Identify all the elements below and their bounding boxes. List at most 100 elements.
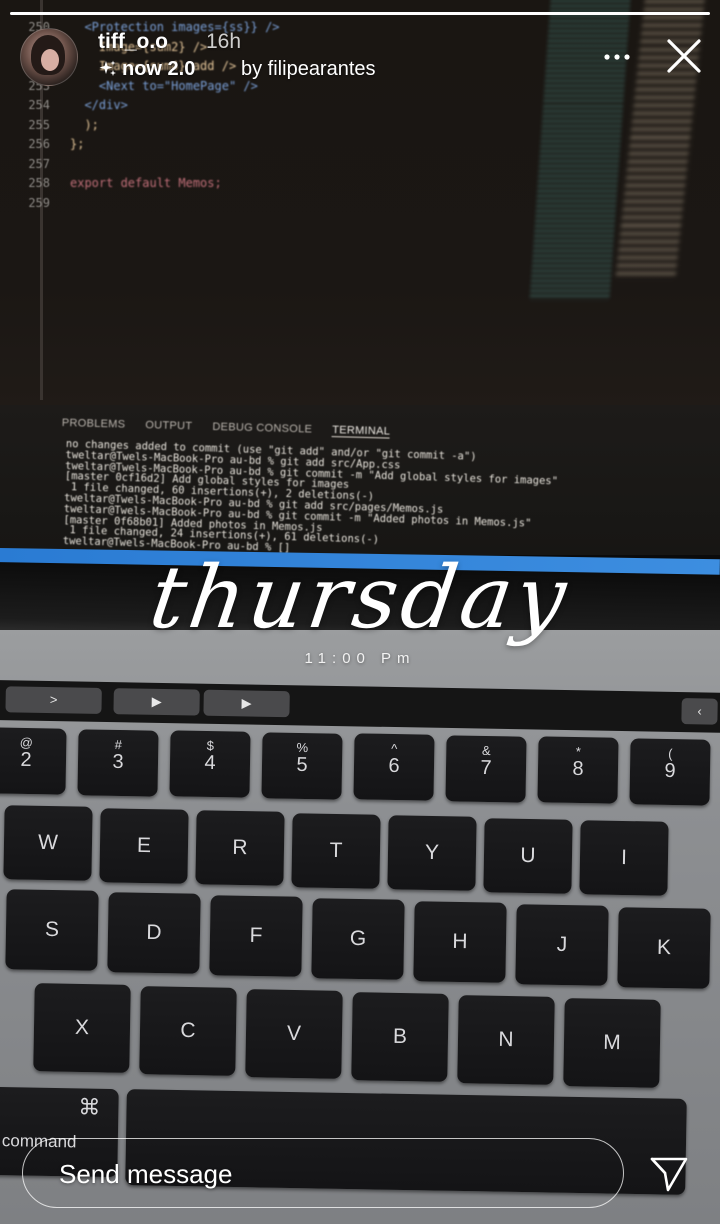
key-number: 3 <box>112 750 124 773</box>
keyboard-key: H <box>413 901 507 983</box>
keyboard-key: % 5 <box>261 731 343 800</box>
close-icon[interactable] <box>666 38 702 74</box>
keyboard-key: R <box>195 810 285 886</box>
key-letter: V <box>286 1021 302 1046</box>
username[interactable]: tiff_o.o <box>98 30 168 54</box>
key-letter: G <box>349 926 367 951</box>
line-number: 259 <box>28 195 50 210</box>
terminal-output: no changes added to commit (use "git add… <box>63 438 559 555</box>
terminal-tab: TERMINAL <box>332 424 391 439</box>
key-letter: H <box>452 929 468 954</box>
key-number: 6 <box>388 754 400 778</box>
key-letter: B <box>392 1024 408 1049</box>
key-letter: W <box>37 830 59 855</box>
line-number: 255 <box>28 117 50 132</box>
key-symbol: ( <box>668 745 673 761</box>
keyboard-key: M <box>563 998 661 1088</box>
key-letter: I <box>620 845 628 870</box>
music-title[interactable]: now 2.0 <box>122 58 195 81</box>
key-letter: T <box>329 838 343 862</box>
story-day-text: thursday <box>144 548 576 648</box>
keyboard-key: S <box>5 889 99 971</box>
keyboard-key: (9 <box>629 737 711 806</box>
code-line: }; <box>70 137 85 151</box>
terminal-tab: PROBLEMS <box>61 417 126 431</box>
touchbar-button: ▶ <box>113 688 200 716</box>
key-symbol: % <box>296 739 309 755</box>
code-line: ); <box>70 117 99 132</box>
music-artist[interactable]: by filipearantes <box>241 58 376 81</box>
send-message-placeholder: Send message <box>59 1159 233 1189</box>
keyboard-key: C <box>139 986 237 1076</box>
key-number: 8 <box>572 757 584 781</box>
key-number: 4 <box>204 751 216 775</box>
keyboard-key: & 7 <box>445 734 527 803</box>
keyboard-key: I <box>579 820 669 896</box>
keyboard-key: V <box>245 989 343 1079</box>
line-number: 254 <box>28 98 50 112</box>
keyboard-key: $4 <box>169 730 251 798</box>
terminal-panel: PROBLEMS OUTPUT DEBUG CONSOLE TERMINAL no c… <box>0 405 720 555</box>
keyboard-key: W <box>3 805 93 881</box>
key-letter: U <box>520 843 536 867</box>
keyboard-key: Y <box>387 815 477 891</box>
send-message-input[interactable]: Send message <box>22 1138 624 1208</box>
key-letter: M <box>603 1030 621 1055</box>
key-letter: K <box>656 935 672 960</box>
key-symbol: # <box>114 736 123 752</box>
keyboard-key: * 8 <box>537 736 619 804</box>
keyboard-key: F <box>209 895 303 977</box>
touchbar-button: ▶ <box>203 689 290 718</box>
line-number: 257 <box>28 156 50 171</box>
sparkle-icon <box>99 60 116 76</box>
key-letter: S <box>44 917 60 942</box>
keyboard-key: J <box>515 904 609 986</box>
key-letter: J <box>556 932 568 957</box>
terminal-tab: OUTPUT <box>145 419 193 433</box>
keyboard-key: ^ 6 <box>353 733 435 801</box>
keyboard-key: U <box>483 817 573 894</box>
story-viewer: 250251252253254255256257258259 <Protecti… <box>0 0 720 1224</box>
touchbar-button: > <box>5 686 102 714</box>
key-letter: D <box>146 920 162 945</box>
story-progress-fill <box>10 12 710 15</box>
keyboard-key: X <box>33 983 131 1073</box>
key-letter: N <box>498 1027 514 1052</box>
keyboard-key: D <box>107 892 201 974</box>
key-letter: R <box>232 835 248 860</box>
command-symbol: ⌘ <box>78 1094 101 1120</box>
time-ago: 16h <box>206 30 242 53</box>
key-number: 2 <box>20 748 32 772</box>
key-number: 7 <box>480 756 492 779</box>
keyboard-key: N <box>457 995 555 1085</box>
keyboard-key: K <box>617 907 711 989</box>
terminal-tabs: PROBLEMS OUTPUT DEBUG CONSOLE TERMINAL <box>62 417 391 439</box>
story-header: tiff_o.o 16h now 2.0 by filipearantes <box>20 28 710 88</box>
keyboard-key: @2 <box>0 727 67 795</box>
touchbar-chevron: ‹ <box>681 698 718 725</box>
line-number: 258 <box>28 176 50 190</box>
keyboard-key: E <box>99 807 189 884</box>
code-line: export default Memos; <box>70 176 222 190</box>
send-icon[interactable] <box>648 1154 690 1194</box>
keyboard-key: #3 <box>77 728 159 797</box>
key-number: 5 <box>296 753 308 776</box>
more-icon[interactable] <box>600 42 634 72</box>
key-letter: Y <box>424 840 440 865</box>
keyboard-key: B <box>351 992 449 1082</box>
key-number: 9 <box>664 759 676 782</box>
key-letter: C <box>180 1018 196 1043</box>
key-letter: F <box>249 923 263 948</box>
avatar[interactable] <box>20 28 78 86</box>
story-time-text: 11:00 Pm <box>304 650 416 667</box>
line-number: 256 <box>28 137 50 151</box>
story-progress-bar <box>10 12 710 15</box>
code-line: </div> <box>70 98 128 112</box>
terminal-tab: DEBUG CONSOLE <box>212 420 313 436</box>
keyboard-key: G <box>311 898 405 980</box>
keyboard-key: T <box>291 812 381 889</box>
key-symbol: @ <box>19 734 34 751</box>
key-letter: X <box>74 1015 90 1040</box>
